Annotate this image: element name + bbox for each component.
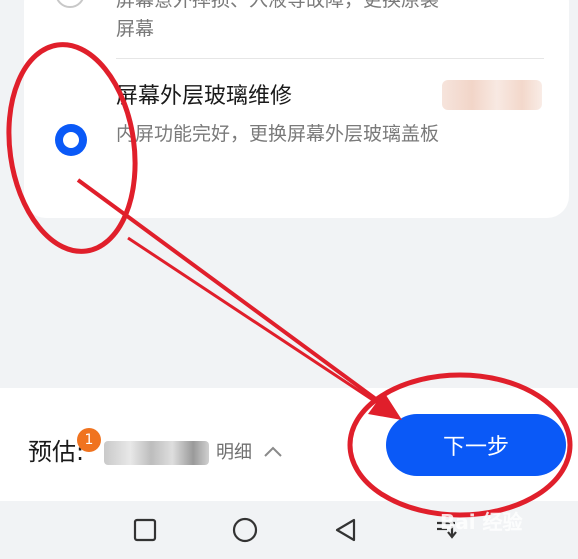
detail-link[interactable]: 明细 <box>216 441 252 465</box>
option-radio-outer-glass-selected[interactable] <box>55 124 87 156</box>
next-step-button[interactable]: 下一步 <box>386 414 566 476</box>
watermark-logo: Bai 经验 <box>440 510 523 534</box>
option-divider <box>116 58 544 59</box>
option-price-blurred <box>442 80 542 110</box>
estimate-label: 预估: <box>28 438 85 466</box>
estimate-count-badge: 1 <box>77 428 101 452</box>
back-triangle-icon[interactable] <box>332 516 360 544</box>
option-title-outer-glass[interactable]: 屏幕外层玻璃维修 <box>116 82 292 112</box>
annotation-arrow-line-2 <box>127 236 389 412</box>
home-circle-icon[interactable] <box>231 516 259 544</box>
option-description-outer-glass: 内屏功能完好，更换屏幕外层玻璃盖板 <box>116 123 440 145</box>
option-description-original-screen: 屏幕意外摔损、入液等故障，更换原装屏幕 <box>116 0 440 40</box>
estimate-price-blurred <box>104 441 209 465</box>
chevron-up-icon[interactable] <box>262 441 284 463</box>
recent-apps-square-icon[interactable] <box>131 516 159 544</box>
